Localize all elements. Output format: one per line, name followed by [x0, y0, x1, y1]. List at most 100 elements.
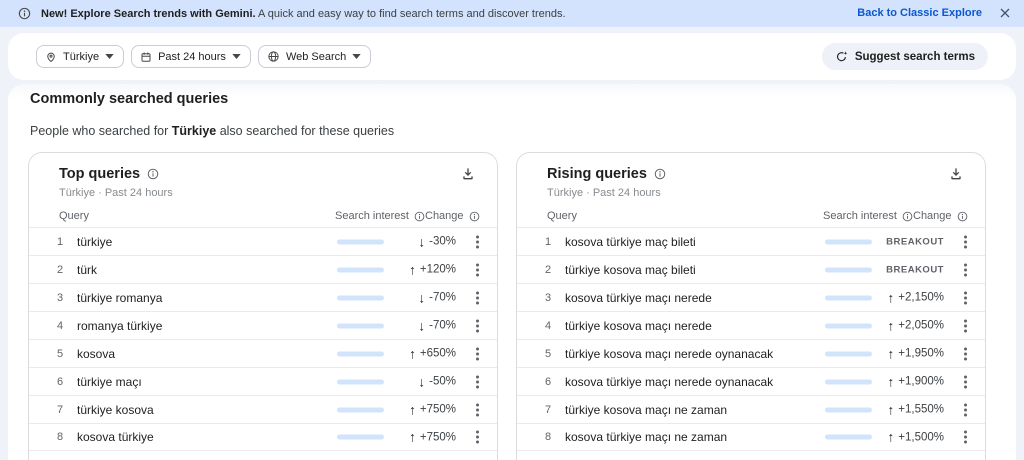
- column-header-interest: Search interest: [823, 210, 913, 222]
- kebab-menu-icon[interactable]: [472, 399, 482, 420]
- kebab-menu-icon[interactable]: [472, 343, 482, 364]
- close-icon[interactable]: [999, 7, 1011, 19]
- table-row[interactable]: 1 türkiye ↓ -30%: [29, 227, 497, 255]
- row-rank: 7: [545, 404, 551, 416]
- kebab-menu-icon[interactable]: [960, 231, 970, 252]
- change-arrow-icon: ↑: [888, 319, 895, 333]
- kebab-menu-icon[interactable]: [960, 259, 970, 280]
- change-cell: ↑ +1,900%: [888, 375, 944, 389]
- change-cell: ↓ -70%: [418, 291, 456, 305]
- table-row[interactable]: 3 türkiye romanya ↓ -70%: [29, 283, 497, 311]
- table-row[interactable]: 3 kosova türkiye maçı nerede ↑ +2,150%: [517, 283, 985, 311]
- top-queries-card: Top queries Türkiye · Past 24 hours Quer…: [28, 152, 498, 460]
- kebab-menu-icon[interactable]: [472, 315, 482, 336]
- table-row[interactable]: 7 türkiye kosova maçı ne zaman ↑ +1,550%: [517, 395, 985, 423]
- info-icon[interactable]: [902, 211, 913, 222]
- row-query[interactable]: türkiye kosova maçı ne zaman: [565, 403, 727, 417]
- info-icon[interactable]: [654, 168, 666, 180]
- back-to-classic-explore-link[interactable]: Back to Classic Explore: [857, 7, 982, 19]
- info-icon[interactable]: [414, 211, 425, 222]
- download-button[interactable]: [948, 166, 964, 182]
- interest-bar: [337, 323, 384, 328]
- row-query[interactable]: kosova türkiye: [77, 430, 154, 444]
- change-value: +650%: [420, 348, 456, 360]
- change-arrow-icon: ↑: [409, 263, 416, 277]
- table-row[interactable]: 6 türkiye maçı ↓ -50%: [29, 367, 497, 395]
- info-icon[interactable]: [147, 168, 159, 180]
- kebab-menu-icon[interactable]: [472, 231, 482, 252]
- change-value: +1,500%: [898, 431, 944, 443]
- table-row[interactable]: 2 türkiye kosova maç bileti BREAKOUT: [517, 255, 985, 283]
- kebab-menu-icon[interactable]: [960, 287, 970, 308]
- location-pin-icon: [45, 51, 57, 63]
- interest-bar: [337, 407, 384, 412]
- table-row[interactable]: 1 kosova türkiye maç bileti BREAKOUT: [517, 227, 985, 255]
- change-cell: ↑ +2,150%: [888, 291, 944, 305]
- row-rank: 4: [57, 320, 63, 332]
- table-row[interactable]: 5 kosova ↑ +650%: [29, 339, 497, 367]
- table-row[interactable]: 8 kosova türkiye ↑ +750%: [29, 423, 497, 451]
- kebab-menu-icon[interactable]: [960, 315, 970, 336]
- table-row[interactable]: 4 romanya türkiye ↓ -70%: [29, 311, 497, 339]
- kebab-menu-icon[interactable]: [472, 287, 482, 308]
- kebab-menu-icon[interactable]: [960, 399, 970, 420]
- change-value: -70%: [429, 320, 456, 332]
- interest-bar: [337, 295, 384, 300]
- time-range-filter-chip[interactable]: Past 24 hours: [131, 45, 251, 68]
- change-cell: ↑ +120%: [409, 263, 456, 277]
- calendar-icon: [140, 51, 152, 63]
- download-button[interactable]: [460, 166, 476, 182]
- table-row[interactable]: 2 türk ↑ +120%: [29, 255, 497, 283]
- interest-bar: [825, 267, 872, 272]
- change-arrow-icon: ↓: [418, 291, 425, 305]
- row-query[interactable]: kosova türkiye maçı nerede: [565, 291, 712, 305]
- info-icon[interactable]: [957, 211, 968, 222]
- interest-bar: [337, 351, 384, 356]
- row-query[interactable]: türkiye: [77, 235, 112, 249]
- row-query[interactable]: kosova türkiye maçı ne zaman: [565, 430, 727, 444]
- row-rank: 5: [57, 348, 63, 360]
- interest-bar: [825, 295, 872, 300]
- download-icon: [948, 166, 964, 182]
- section-heading: Commonly searched queries: [30, 91, 228, 107]
- change-arrow-icon: ↑: [888, 430, 895, 444]
- row-query[interactable]: türk: [77, 263, 97, 277]
- kebab-menu-icon[interactable]: [472, 427, 482, 448]
- rising-queries-card: Rising queries Türkiye · Past 24 hours Q…: [516, 152, 986, 460]
- suggest-search-terms-button[interactable]: Suggest search terms: [822, 43, 988, 70]
- row-query[interactable]: türkiye kosova: [77, 403, 154, 417]
- row-query[interactable]: kosova: [77, 347, 115, 361]
- interest-bar: [337, 435, 384, 440]
- chevron-down-icon: [105, 54, 114, 59]
- row-query[interactable]: kosova türkiye maçı nerede oynanacak: [565, 375, 773, 389]
- row-query[interactable]: türkiye kosova maç bileti: [565, 263, 696, 277]
- table-row[interactable]: 6 kosova türkiye maçı nerede oynanacak ↑…: [517, 367, 985, 395]
- row-rank: 3: [57, 292, 63, 304]
- table-row[interactable]: 4 türkiye kosova maçı nerede ↑ +2,050%: [517, 311, 985, 339]
- table-row[interactable]: 8 kosova türkiye maçı ne zaman ↑ +1,500%: [517, 423, 985, 451]
- interest-bar: [337, 239, 384, 244]
- change-arrow-icon: ↓: [418, 319, 425, 333]
- change-value: -70%: [429, 292, 456, 304]
- row-query[interactable]: türkiye maçı: [77, 375, 142, 389]
- location-filter-chip[interactable]: Türkiye: [36, 45, 124, 68]
- row-query[interactable]: türkiye romanya: [77, 291, 162, 305]
- filter-bar: Türkiye Past 24 hours Web Search Suggest…: [8, 33, 1016, 80]
- interest-bar: [337, 267, 384, 272]
- change-cell: ↑ +750%: [409, 430, 456, 444]
- kebab-menu-icon[interactable]: [472, 371, 482, 392]
- kebab-menu-icon[interactable]: [960, 371, 970, 392]
- row-query[interactable]: türkiye kosova maçı nerede oynanacak: [565, 347, 773, 361]
- change-value: +2,050%: [898, 320, 944, 332]
- change-cell: ↓ -30%: [418, 235, 456, 249]
- row-query[interactable]: kosova türkiye maç bileti: [565, 235, 696, 249]
- row-query[interactable]: romanya türkiye: [77, 319, 162, 333]
- row-query[interactable]: türkiye kosova maçı nerede: [565, 319, 712, 333]
- info-icon[interactable]: [469, 211, 480, 222]
- table-row[interactable]: 5 türkiye kosova maçı nerede oynanacak ↑…: [517, 339, 985, 367]
- search-type-filter-chip[interactable]: Web Search: [258, 45, 371, 68]
- kebab-menu-icon[interactable]: [960, 427, 970, 448]
- kebab-menu-icon[interactable]: [960, 343, 970, 364]
- table-row[interactable]: 7 türkiye kosova ↑ +750%: [29, 395, 497, 423]
- kebab-menu-icon[interactable]: [472, 259, 482, 280]
